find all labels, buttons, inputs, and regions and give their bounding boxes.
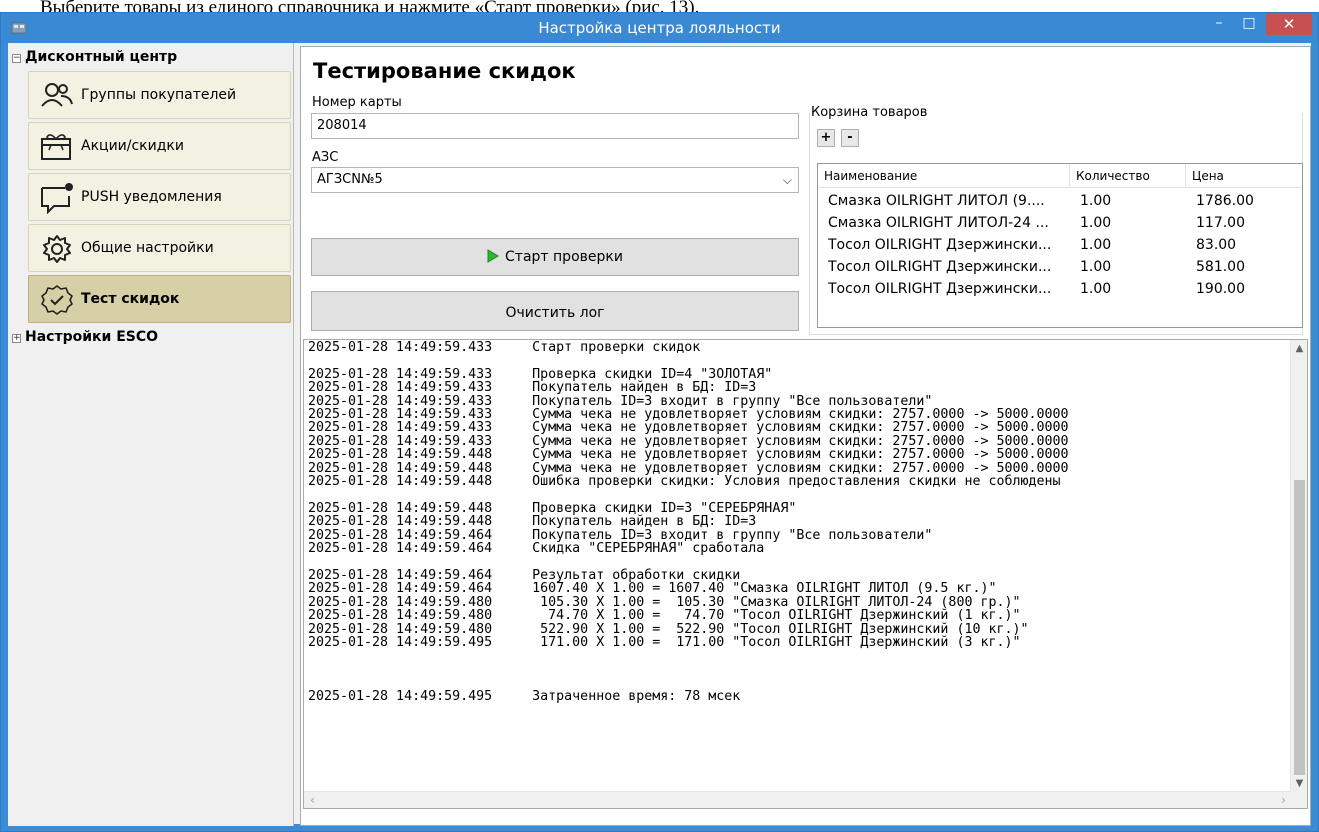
start-check-button[interactable]: Старт проверки <box>311 238 799 276</box>
cell-quantity: 1.00 <box>1080 237 1112 253</box>
table-row[interactable]: Смазка OILRIGHT ЛИТОЛ-24 ... 1.00 117.00 <box>818 212 1302 234</box>
main-panel: Тестирование скидок Номер карты 208014 А… <box>300 46 1311 826</box>
start-check-label: Старт проверки <box>505 249 623 265</box>
gift-card-icon <box>41 134 71 160</box>
chevron-down-icon: ⌵ <box>782 173 792 187</box>
cell-price: 190.00 <box>1196 281 1245 297</box>
add-item-button[interactable]: + <box>817 129 835 147</box>
scroll-up-icon[interactable]: ▲ <box>1291 340 1307 357</box>
collapse-icon[interactable]: − <box>12 54 21 63</box>
page-title: Тестирование скидок <box>313 59 576 83</box>
users-icon <box>41 83 73 107</box>
vertical-scrollbar[interactable]: ▲ ▼ <box>1290 340 1307 792</box>
cart-group: Корзина товаров + - Наименование Количес… <box>809 105 1303 335</box>
scroll-thumb[interactable] <box>1294 480 1305 775</box>
close-button[interactable]: ✕ <box>1266 13 1312 35</box>
scrollbar-corner <box>1290 791 1307 808</box>
cell-name: Тосол OILRIGHT Дзержински... <box>828 281 1052 297</box>
expand-icon[interactable]: + <box>12 334 21 343</box>
log-text: 2025-01-28 14:49:59.433 Старт проверки с… <box>308 340 1069 704</box>
sidebar-item-label: Акции/скидки <box>81 138 184 154</box>
gear-icon <box>43 235 71 263</box>
card-number-input[interactable]: 208014 <box>311 113 799 139</box>
column-header-name[interactable]: Наименование <box>818 164 1070 188</box>
horizontal-scrollbar[interactable]: ‹ › <box>304 791 1292 808</box>
table-row[interactable]: Тосол OILRIGHT Дзержински... 1.00 83.00 <box>818 234 1302 256</box>
cell-quantity: 1.00 <box>1080 259 1112 275</box>
sidebar-item-label: PUSH уведомления <box>81 189 222 205</box>
cell-name: Тосол OILRIGHT Дзержински... <box>828 237 1052 253</box>
table-row[interactable]: Тосол OILRIGHT Дзержински... 1.00 581.00 <box>818 256 1302 278</box>
play-icon <box>487 249 500 263</box>
sidebar: − Дисконтный центр Группы покупателей Ак… <box>8 43 294 826</box>
card-number-label: Номер карты <box>312 95 402 110</box>
sidebar-item-label: Группы покупателей <box>81 87 237 103</box>
sidebar-item-label: Тест скидок <box>81 291 180 307</box>
sidebar-item-promotions[interactable]: Акции/скидки <box>28 122 291 170</box>
tree-group-label: Дисконтный центр <box>25 49 178 65</box>
sidebar-item-push[interactable]: PUSH уведомления <box>28 173 291 221</box>
cell-price: 83.00 <box>1196 237 1237 253</box>
cell-name: Смазка OILRIGHT ЛИТОЛ-24 ... <box>828 215 1049 231</box>
tree-group-esco[interactable]: + Настройки ESCO <box>12 327 158 347</box>
column-header-quantity[interactable]: Количество <box>1070 164 1186 188</box>
tree-group-discount-center[interactable]: − Дисконтный центр <box>12 47 177 67</box>
maximize-button[interactable]: □ <box>1234 13 1264 35</box>
minimize-button[interactable]: – <box>1204 13 1234 35</box>
window: Настройка центра лояльности – □ ✕ − Диско… <box>0 12 1319 832</box>
clear-log-button[interactable]: Очистить лог <box>311 291 799 331</box>
clear-log-label: Очистить лог <box>505 305 605 321</box>
cell-quantity: 1.00 <box>1080 215 1112 231</box>
client-area: − Дисконтный центр Группы покупателей Ак… <box>8 43 1311 826</box>
cell-name: Смазка OILRIGHT ЛИТОЛ (9.... <box>828 193 1045 209</box>
sidebar-item-label: Общие настройки <box>81 240 214 256</box>
titlebar: Настройка центра лояльности – □ ✕ <box>1 13 1318 43</box>
cell-price: 1786.00 <box>1196 193 1254 209</box>
cell-price: 117.00 <box>1196 215 1245 231</box>
cell-name: Тосол OILRIGHT Дзержински... <box>828 259 1052 275</box>
sidebar-item-customer-groups[interactable]: Группы покупателей <box>28 71 291 119</box>
station-select[interactable]: АГЗСN№5 ⌵ <box>311 167 799 193</box>
cell-quantity: 1.00 <box>1080 281 1112 297</box>
scroll-down-icon[interactable]: ▼ <box>1291 775 1307 792</box>
badge-check-icon <box>41 285 73 315</box>
remove-item-button[interactable]: - <box>841 129 859 147</box>
table-row[interactable]: Смазка OILRIGHT ЛИТОЛ (9.... 1.00 1786.0… <box>818 190 1302 212</box>
sidebar-item-discount-test[interactable]: Тест скидок <box>28 275 291 323</box>
notification-icon <box>41 183 73 214</box>
station-label: АЗС <box>312 150 339 165</box>
cart-table-header: Наименование Количество Цена <box>818 164 1302 188</box>
cell-quantity: 1.00 <box>1080 193 1112 209</box>
station-select-value: АГЗСN№5 <box>317 172 383 187</box>
log-output[interactable]: 2025-01-28 14:49:59.433 Старт проверки с… <box>303 339 1308 809</box>
sidebar-item-general-settings[interactable]: Общие настройки <box>28 224 291 272</box>
tree-group-label: Настройки ESCO <box>25 329 159 345</box>
cart-table: Наименование Количество Цена Смазка OILR… <box>817 163 1303 328</box>
cart-legend: Корзина товаров <box>811 105 932 120</box>
window-title: Настройка центра лояльности <box>538 19 781 37</box>
scroll-left-icon[interactable]: ‹ <box>304 792 321 808</box>
test-form: Тестирование скидок Номер карты 208014 А… <box>301 47 1310 337</box>
cell-price: 581.00 <box>1196 259 1245 275</box>
table-row[interactable]: Тосол OILRIGHT Дзержински... 1.00 190.00 <box>818 278 1302 300</box>
column-header-price[interactable]: Цена <box>1186 164 1302 188</box>
